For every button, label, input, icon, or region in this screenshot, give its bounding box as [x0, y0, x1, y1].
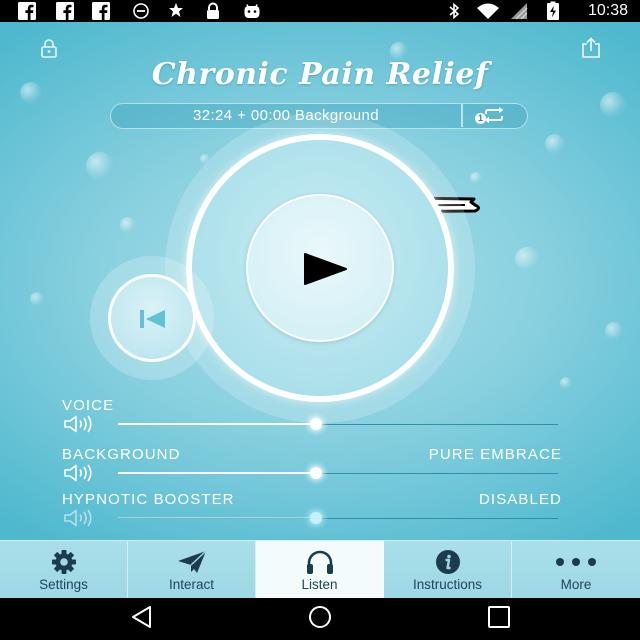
water-droplet: [30, 292, 44, 306]
water-droplet: [605, 322, 623, 340]
play-icon: [302, 252, 348, 286]
tab-settings[interactable]: Settings: [0, 541, 128, 598]
water-droplet: [515, 247, 539, 271]
recents-icon: [487, 605, 511, 634]
headphones-icon: [256, 548, 383, 576]
circle-icon: [132, 2, 150, 20]
tab-instructions[interactable]: Instructions: [384, 541, 512, 598]
hypnotic-booster-mixer-row: HYPNOTIC BOOSTER DISABLED: [0, 489, 640, 535]
home-button[interactable]: [298, 605, 342, 633]
no-signal-icon: [509, 2, 529, 20]
tab-label: Settings: [39, 577, 88, 592]
tab-listen[interactable]: Listen: [256, 541, 384, 598]
back-icon: [130, 605, 154, 634]
tab-label: Instructions: [412, 577, 483, 592]
mixer-label: BACKGROUND: [62, 446, 181, 463]
slider-thumb[interactable]: [310, 418, 322, 430]
volume-icon[interactable]: [63, 415, 95, 433]
status-time: 10:38: [587, 2, 628, 19]
mixer-label: VOICE: [62, 397, 115, 414]
repeat-button[interactable]: 1: [463, 104, 526, 127]
home-icon: [308, 605, 332, 634]
tab-bar: Settings Interact Listen Instructions Mo…: [0, 540, 640, 598]
slider-fill: [118, 472, 316, 474]
water-droplet: [86, 152, 114, 180]
more-icon: [512, 548, 640, 576]
tab-label: More: [560, 577, 592, 592]
voice-mixer-row: VOICE: [0, 395, 640, 441]
status-bar: 10:38: [0, 0, 640, 22]
background-volume-slider[interactable]: [118, 467, 558, 479]
paper-plane-icon: [128, 548, 255, 576]
slider-thumb[interactable]: [310, 467, 322, 479]
back-button[interactable]: [120, 605, 164, 633]
volume-icon[interactable]: [63, 464, 95, 482]
recents-button[interactable]: [477, 605, 521, 633]
slider-fill: [118, 423, 316, 425]
lock-icon: [205, 2, 221, 20]
gear-icon: [0, 548, 127, 576]
skip-back-button[interactable]: [108, 274, 196, 362]
tab-interact[interactable]: Interact: [128, 541, 256, 598]
play-button[interactable]: [246, 194, 394, 342]
navigation-bar: [0, 598, 640, 640]
tab-more[interactable]: More: [512, 541, 640, 598]
fake-gps-icon: [166, 2, 186, 20]
session-title: Chronic Pain Relief: [151, 57, 489, 92]
facebook-icon: [56, 2, 74, 20]
phone-screen: 10:38 Chronic Pain Relief 32:24 + 00:00 …: [0, 0, 640, 640]
background-track-name[interactable]: PURE EMBRACE: [429, 446, 562, 464]
battery-charging-icon: [546, 1, 560, 21]
voice-volume-slider[interactable]: [118, 418, 558, 430]
water-droplet: [600, 92, 626, 118]
volume-icon[interactable]: [63, 509, 95, 527]
repeat-count-badge: 1: [475, 113, 486, 124]
wifi-icon: [476, 2, 500, 20]
booster-status[interactable]: DISABLED: [479, 491, 562, 509]
tab-label: Interact: [168, 577, 215, 592]
water-droplet: [120, 217, 136, 233]
booster-volume-slider[interactable]: [118, 512, 558, 524]
facebook-icon: [18, 2, 36, 20]
water-droplet: [470, 172, 482, 184]
mixer-label: HYPNOTIC BOOSTER: [62, 491, 235, 508]
slider-thumb[interactable]: [310, 512, 322, 524]
android-icon: [243, 2, 261, 20]
water-droplet: [560, 377, 572, 389]
background-mixer-row: BACKGROUND PURE EMBRACE: [0, 444, 640, 490]
skip-back-icon: [139, 309, 167, 329]
tab-label: Listen: [301, 577, 338, 592]
bluetooth-icon: [448, 2, 460, 20]
water-droplet: [545, 134, 565, 154]
slider-fill: [118, 517, 316, 519]
info-icon: [384, 548, 511, 576]
facebook-icon: [92, 2, 110, 20]
